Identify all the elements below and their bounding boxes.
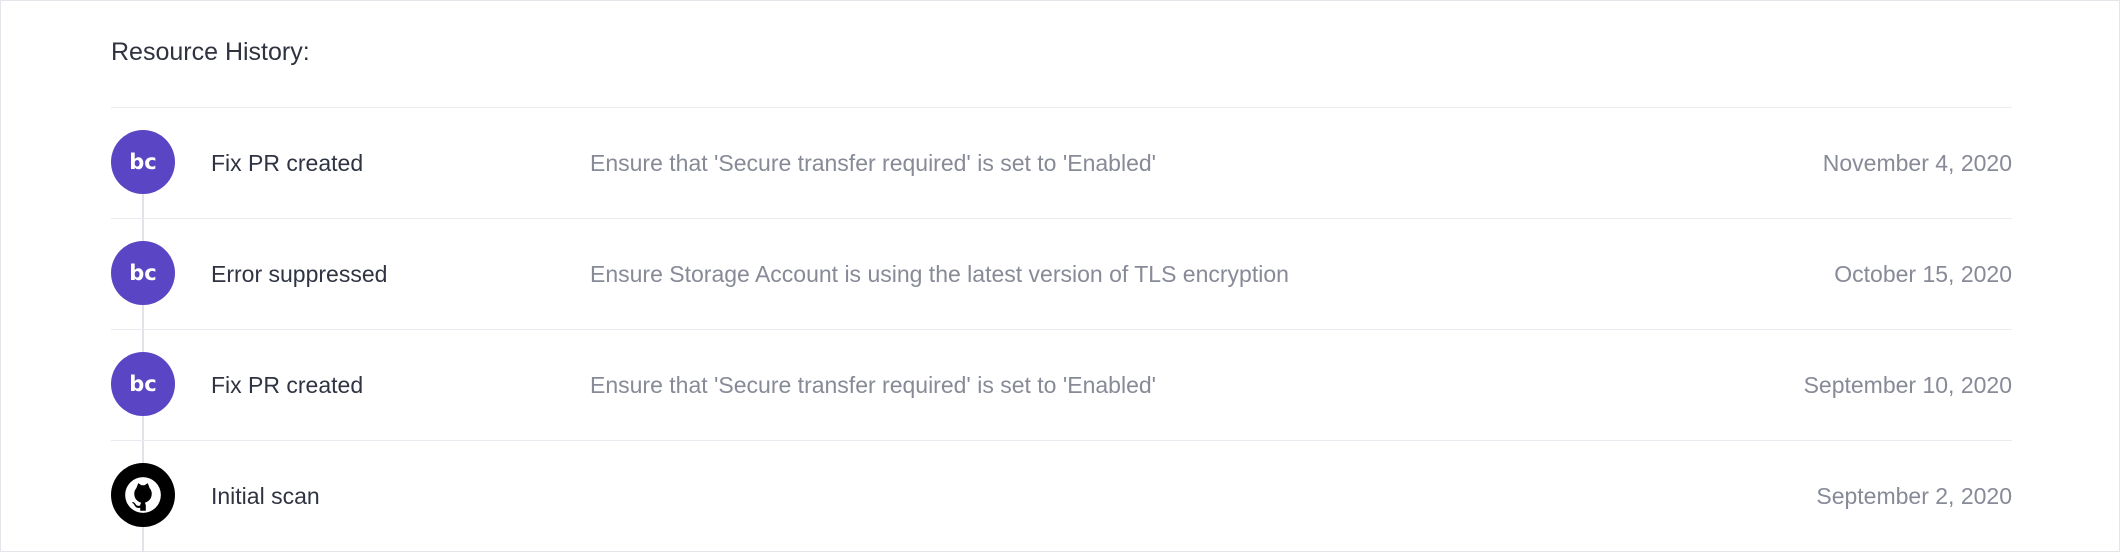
history-event-label: Initial scan xyxy=(211,483,320,509)
history-description: Ensure that 'Secure transfer required' i… xyxy=(590,372,1157,398)
bridgecrew-logo-icon: bc xyxy=(111,241,175,305)
history-event-label: Error suppressed xyxy=(211,261,388,287)
history-row: bc Error suppressed Ensure Storage Accou… xyxy=(111,218,2012,329)
history-row: Initial scan September 2, 2020 xyxy=(111,440,2012,551)
history-date: September 2, 2020 xyxy=(1816,483,2012,509)
history-timeline: bc Fix PR created Ensure that 'Secure tr… xyxy=(111,107,2012,553)
history-row: bc Fix PR created Ensure that 'Secure tr… xyxy=(111,329,2012,440)
section-title: Resource History: xyxy=(111,38,310,66)
bridgecrew-logo-icon: bc xyxy=(111,130,175,194)
svg-text:bc: bc xyxy=(129,150,156,174)
history-date: November 4, 2020 xyxy=(1822,150,2012,176)
resource-history-panel: Resource History: bc Fix PR created Ensu… xyxy=(0,0,2120,552)
history-description: Ensure Storage Account is using the late… xyxy=(590,261,1289,287)
history-event-label: Fix PR created xyxy=(211,150,364,176)
github-logo-icon xyxy=(111,463,175,527)
history-event-label: Fix PR created xyxy=(211,372,364,398)
history-date: September 10, 2020 xyxy=(1803,372,2012,398)
svg-text:bc: bc xyxy=(129,261,156,285)
history-row: bc Fix PR created Ensure that 'Secure tr… xyxy=(111,107,2012,218)
history-date: October 15, 2020 xyxy=(1834,261,2012,287)
svg-text:bc: bc xyxy=(129,372,156,396)
bridgecrew-logo-icon: bc xyxy=(111,352,175,416)
history-description: Ensure that 'Secure transfer required' i… xyxy=(590,150,1157,176)
